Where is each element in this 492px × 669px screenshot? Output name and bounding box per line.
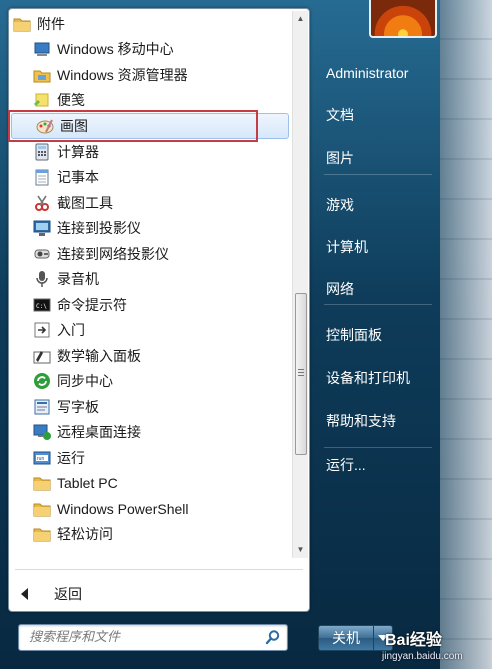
getting-started-icon	[33, 321, 51, 339]
folder-icon	[33, 500, 51, 518]
desktop-window-edge	[440, 0, 492, 669]
program-label: Windows 移动中心	[57, 41, 174, 58]
program-label: Windows 资源管理器	[57, 66, 188, 83]
folder-icon	[33, 474, 51, 492]
program-label: 录音机	[57, 271, 99, 288]
program-item[interactable]: 同步中心	[9, 369, 291, 395]
calculator-icon	[33, 143, 51, 161]
sync-center-icon	[33, 372, 51, 390]
program-item[interactable]: 数学输入面板	[9, 343, 291, 369]
right-item[interactable]: 网络	[318, 272, 438, 306]
program-item[interactable]: 写字板	[9, 394, 291, 420]
wordpad-icon	[33, 398, 51, 416]
program-item[interactable]: Windows PowerShell	[9, 496, 291, 522]
program-label: 运行	[57, 449, 85, 466]
remote-desktop-icon	[33, 423, 51, 441]
program-item[interactable]: 连接到网络投影仪	[9, 241, 291, 267]
sound-recorder-icon	[33, 270, 51, 288]
notepad-icon	[33, 168, 51, 186]
right-item[interactable]: 设备和打印机	[318, 361, 438, 395]
program-item[interactable]: 计算器	[9, 139, 291, 165]
user-picture[interactable]	[369, 0, 437, 38]
right-item[interactable]: 帮助和支持	[318, 404, 438, 438]
snipping-tool-icon	[33, 194, 51, 212]
projector-icon	[33, 219, 51, 237]
program-item[interactable]: 轻松访问	[9, 522, 291, 548]
program-label: Tablet PC	[57, 475, 118, 492]
shutdown-button[interactable]: 关机	[318, 625, 393, 651]
program-label: 轻松访问	[57, 526, 113, 543]
back-label: 返回	[54, 586, 82, 602]
mobility-center-icon	[33, 40, 51, 58]
right-item[interactable]: 计算机	[318, 230, 438, 264]
program-label: 附件	[37, 15, 65, 32]
scroll-thumb[interactable]	[295, 293, 307, 455]
program-item[interactable]: 记事本	[9, 165, 291, 191]
program-item[interactable]: 录音机	[9, 267, 291, 293]
svg-text:C:\: C:\	[36, 303, 47, 310]
right-item[interactable]: 运行...	[318, 448, 438, 482]
program-item[interactable]: 截图工具	[9, 190, 291, 216]
run-icon: run	[33, 449, 51, 467]
scroll-up-arrow[interactable]: ▲	[293, 11, 308, 27]
scrollbar[interactable]: ▲ ▼	[292, 11, 308, 558]
folder-icon	[33, 525, 51, 543]
network-projector-icon	[33, 245, 51, 263]
program-label: 计算器	[57, 143, 99, 160]
program-label: 同步中心	[57, 373, 113, 390]
program-label: 远程桌面连接	[57, 424, 141, 441]
program-label: 便笺	[57, 92, 85, 109]
right-divider	[324, 304, 432, 305]
program-item[interactable]: 远程桌面连接	[9, 420, 291, 446]
program-item[interactable]: Tablet PC	[9, 471, 291, 497]
back-button[interactable]: 返回	[21, 583, 82, 605]
program-label: 截图工具	[57, 194, 113, 211]
shutdown-label[interactable]: 关机	[319, 626, 374, 650]
folder-icon	[13, 15, 31, 33]
right-item[interactable]: Administrator	[318, 56, 438, 90]
program-item[interactable]: 附件	[9, 11, 291, 37]
program-label: 写字板	[57, 398, 99, 415]
search-icon[interactable]	[265, 629, 281, 645]
program-label: 命令提示符	[57, 296, 127, 313]
math-input-icon	[33, 347, 51, 365]
programs-list: 附件 Windows 移动中心 Windows 资源管理器 便笺 画图 计算器 记事本 截图工…	[9, 11, 291, 547]
search-input[interactable]	[19, 625, 259, 648]
svg-text:run: run	[37, 456, 44, 462]
program-label: 记事本	[57, 169, 99, 186]
right-divider	[324, 174, 432, 175]
program-label: 连接到网络投影仪	[57, 245, 169, 262]
program-label: 入门	[57, 322, 85, 339]
program-item[interactable]: Windows 资源管理器	[9, 62, 291, 88]
program-item[interactable]: C:\ 命令提示符	[9, 292, 291, 318]
program-label: 数学输入面板	[57, 347, 141, 364]
scroll-down-arrow[interactable]: ▼	[293, 542, 308, 558]
cmd-icon: C:\	[33, 296, 51, 314]
programs-panel: 附件 Windows 移动中心 Windows 资源管理器 便笺 画图 计算器 记事本 截图工…	[8, 8, 310, 612]
program-item[interactable]: 连接到投影仪	[9, 216, 291, 242]
program-item[interactable]: 入门	[9, 318, 291, 344]
explorer-icon	[33, 66, 51, 84]
watermark-url: jingyan.baidu.com	[382, 651, 463, 662]
program-label: Windows PowerShell	[57, 500, 189, 517]
program-label: 连接到投影仪	[57, 220, 141, 237]
divider	[15, 569, 303, 570]
program-item[interactable]: run 运行	[9, 445, 291, 471]
right-item[interactable]: 游戏	[318, 188, 438, 222]
right-divider	[324, 447, 432, 448]
back-arrow-icon	[21, 588, 28, 600]
watermark-brand: Bai经验	[385, 632, 442, 649]
right-item[interactable]: 文档	[318, 98, 438, 132]
program-item[interactable]: Windows 移动中心	[9, 37, 291, 63]
right-item[interactable]: 图片	[318, 141, 438, 175]
right-item[interactable]: 控制面板	[318, 318, 438, 352]
search-box[interactable]	[18, 624, 288, 651]
highlight-box	[8, 110, 258, 142]
sticky-notes-icon	[33, 91, 51, 109]
